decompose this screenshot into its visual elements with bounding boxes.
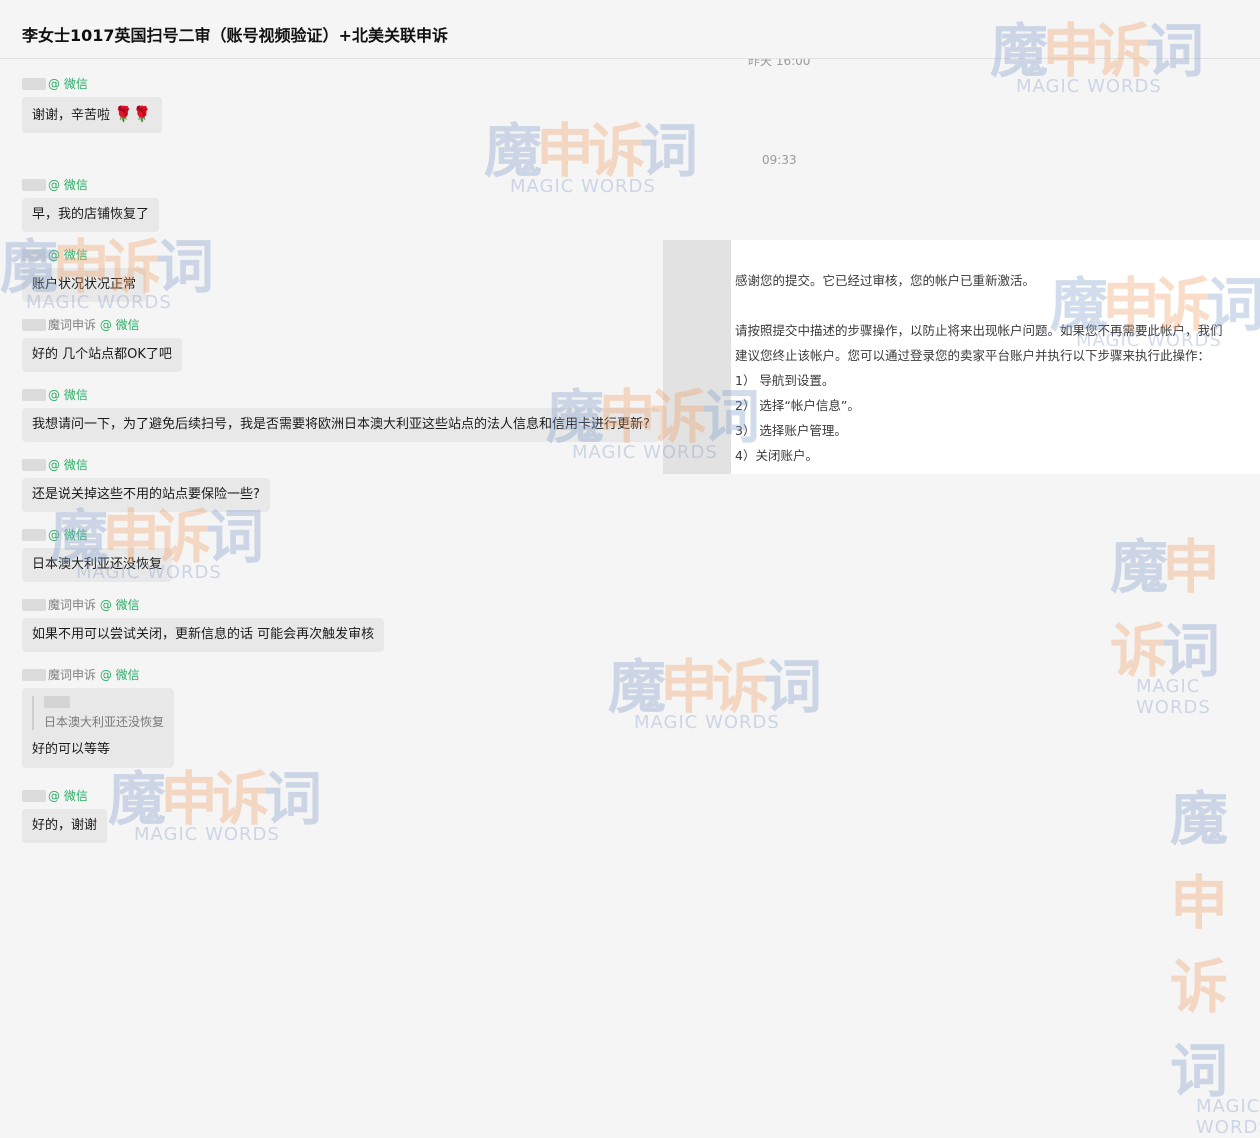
message-bubble[interactable]: 好的，谢谢 [22, 809, 108, 843]
rose-icon: 🌹🌹 [114, 105, 152, 123]
sender-line: @ 微信 [22, 788, 107, 804]
sender-line: @ 微信 [22, 387, 660, 403]
sender-line: 魔词申诉 @ 微信 [22, 597, 384, 613]
chat-header: 李女士1017英国扫号二审（账号视频验证）+北美关联申诉 [0, 0, 1260, 59]
sender-line: @ 微信 [22, 76, 162, 92]
message-bubble[interactable]: 日本澳大利亚还没恢复 [22, 548, 173, 582]
message: @ 微信 早，我的店铺恢复了 [22, 177, 160, 232]
avatar [22, 389, 46, 401]
message: @ 微信 账户状况状况正常 [22, 247, 147, 302]
avatar [22, 179, 46, 191]
message-bubble[interactable]: 好的 几个站点都OK了吧 [22, 338, 182, 372]
watermark-logo: 魔申诉词 MAGIC WORDS [1110, 533, 1220, 718]
message-bubble[interactable]: 日本澳大利亚还没恢复 好的可以等等 [22, 688, 175, 768]
sender-line: @ 微信 [22, 177, 159, 193]
watermark-logo: 魔申诉词 MAGIC WORDS [1170, 785, 1260, 1138]
message-bubble[interactable]: 账户状况状况正常 [22, 268, 147, 302]
message: @ 微信 还是说关掉这些不用的站点要保险一些? [22, 457, 270, 512]
avatar [22, 669, 46, 681]
chat-title: 李女士1017英国扫号二审（账号视频验证）+北美关联申诉 [22, 26, 448, 45]
message: @ 微信 我想请问一下，为了避免后续扫号，我是否需要将欧洲日本澳大利亚这些站点的… [22, 387, 660, 442]
message-bubble[interactable]: 还是说关掉这些不用的站点要保险一些? [22, 478, 270, 512]
message-bubble[interactable]: 谢谢，辛苦啦 🌹🌹 [22, 97, 162, 133]
image-message[interactable]: 感谢您的提交。它已经过审核，您的帐户已重新激活。 请按照提交中描述的步骤操作，以… [663, 240, 1260, 474]
message-bubble[interactable]: 我想请问一下，为了避免后续扫号，我是否需要将欧洲日本澳大利亚这些站点的法人信息和… [22, 408, 660, 442]
avatar [22, 78, 46, 90]
message: 魔词申诉 @ 微信 日本澳大利亚还没恢复 好的可以等等 [22, 667, 175, 768]
image-text: 感谢您的提交。它已经过审核，您的帐户已重新激活。 请按照提交中描述的步骤操作，以… [735, 273, 1223, 463]
avatar [22, 459, 46, 471]
watermark-logo: 魔申诉词 MAGIC WORDS [484, 117, 698, 197]
message-bubble[interactable]: 如果不用可以尝试关闭，更新信息的话 可能会再次触发审核 [22, 618, 385, 652]
watermark-logo: 魔申诉词 MAGIC WORDS [608, 653, 822, 733]
message: @ 微信 好的，谢谢 [22, 788, 108, 843]
quoted-message[interactable]: 日本澳大利亚还没恢复 [32, 696, 164, 730]
message: @ 微信 谢谢，辛苦啦 🌹🌹 [22, 76, 162, 133]
avatar [22, 790, 46, 802]
sender-line: 魔词申诉 @ 微信 [22, 317, 182, 333]
avatar [22, 599, 46, 611]
image-left-strip [663, 240, 731, 474]
sender-line: @ 微信 [22, 457, 270, 473]
timestamp-morning: 09:33 [762, 153, 797, 167]
message: 魔词申诉 @ 微信 好的 几个站点都OK了吧 [22, 317, 182, 372]
message-bubble[interactable]: 早，我的店铺恢复了 [22, 198, 160, 232]
sender-line: @ 微信 [22, 247, 146, 263]
quoted-sender [44, 696, 70, 708]
avatar [22, 249, 46, 261]
sender-line: 魔词申诉 @ 微信 [22, 667, 174, 683]
avatar [22, 529, 46, 541]
message: @ 微信 日本澳大利亚还没恢复 [22, 527, 173, 582]
avatar [22, 319, 46, 331]
message: 魔词申诉 @ 微信 如果不用可以尝试关闭，更新信息的话 可能会再次触发审核 [22, 597, 385, 652]
sender-line: @ 微信 [22, 527, 172, 543]
